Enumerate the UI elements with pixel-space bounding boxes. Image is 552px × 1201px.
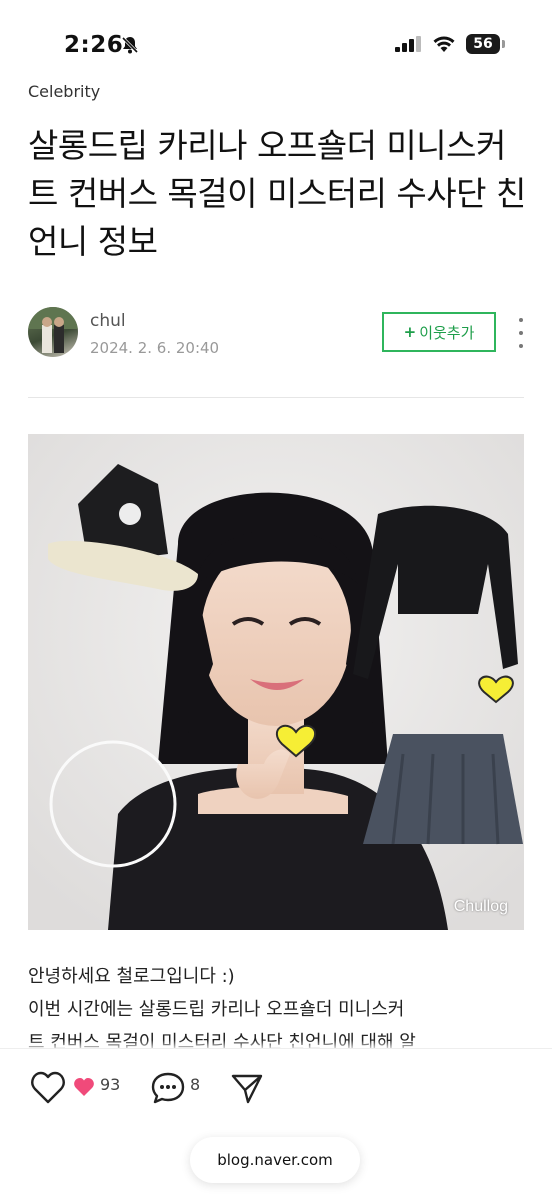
comment-count: 8 xyxy=(190,1075,201,1094)
follow-label: 이웃추가 xyxy=(419,323,475,342)
bell-slash-icon xyxy=(121,36,139,54)
post-date: 2024. 2. 6. 20:40 xyxy=(90,339,220,357)
like-count: 93 xyxy=(100,1075,121,1094)
battery-tip xyxy=(502,40,505,48)
heart-outline-icon[interactable] xyxy=(30,1071,66,1105)
body-line: 안녕하세요 철로그입니다 :) xyxy=(28,966,235,987)
author-avatar[interactable] xyxy=(28,307,78,357)
follow-button[interactable]: + 이웃추가 xyxy=(382,312,496,352)
battery-indicator: 56 xyxy=(466,34,500,54)
status-time: 2:26 xyxy=(64,32,124,58)
dot xyxy=(519,318,523,322)
post-image[interactable]: Chullog xyxy=(28,434,524,930)
plus-icon: + xyxy=(403,323,417,341)
heart-filled-icon xyxy=(74,1078,94,1096)
signal-icon xyxy=(395,36,421,52)
comment-icon[interactable] xyxy=(150,1071,186,1105)
post-category[interactable]: Celebrity xyxy=(28,82,100,101)
image-watermark: Chullog xyxy=(453,898,508,915)
more-options-button[interactable] xyxy=(515,318,527,348)
header-divider xyxy=(28,397,524,398)
status-bar: 2:26 56 xyxy=(0,0,552,90)
post-image-illustration xyxy=(28,434,524,930)
post-title: 살롱드립 카리나 오프숄더 미니스커트 컨버스 목걸이 미스터리 수사단 친언니… xyxy=(28,126,526,261)
dot xyxy=(519,331,523,335)
author-name[interactable]: chul xyxy=(90,311,126,331)
avatar-photo xyxy=(28,307,78,353)
wifi-icon xyxy=(433,36,455,52)
dot xyxy=(519,344,523,348)
share-send-icon[interactable] xyxy=(230,1071,264,1105)
url-bar[interactable]: blog.naver.com xyxy=(190,1137,360,1183)
body-line: 이번 시간에는 살롱드립 카리나 오프숄더 미니스커 xyxy=(28,999,405,1020)
bottom-action-bar: 93 8 blog.naver.com xyxy=(0,1048,552,1201)
